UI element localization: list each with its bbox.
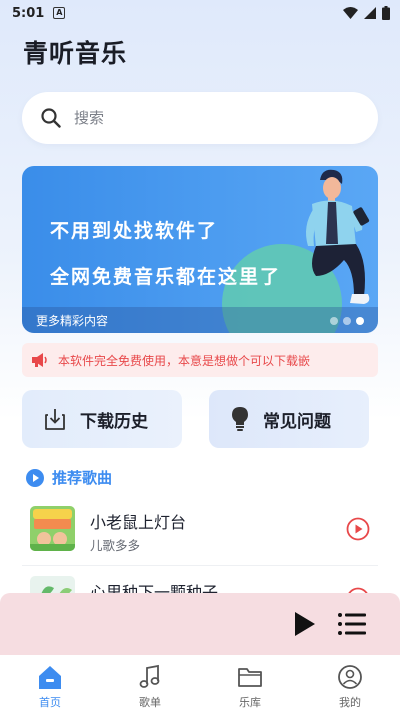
banner-dot[interactable] xyxy=(330,317,338,325)
faq-label: 常见问题 xyxy=(263,411,331,432)
notification-icon: A xyxy=(53,7,66,19)
banner-headline-1: 不用到处找软件了 xyxy=(50,220,219,242)
search-box[interactable] xyxy=(22,92,378,144)
notice-bar[interactable]: 本软件完全免费使用，本意是想做个可以下载嵌 xyxy=(22,343,378,377)
faq-button[interactable]: 常见问题 xyxy=(209,390,369,448)
song-cover xyxy=(30,506,75,551)
tab-playlists-label: 歌单 xyxy=(139,696,161,709)
status-time: 5:01 xyxy=(12,5,45,21)
tab-library-label: 乐库 xyxy=(239,696,261,709)
search-input[interactable] xyxy=(74,109,314,127)
status-indicators xyxy=(343,6,390,20)
search-icon xyxy=(41,108,61,128)
notice-text: 本软件完全免费使用，本意是想做个可以下载嵌 xyxy=(58,353,311,368)
recommend-title: 推荐歌曲 xyxy=(52,469,113,487)
banner-headline-2: 全网免费音乐都在这里了 xyxy=(50,266,282,288)
album-art-icon xyxy=(30,506,75,551)
folder-icon xyxy=(238,668,262,687)
list-divider xyxy=(22,565,378,566)
tab-library[interactable]: 乐库 xyxy=(200,655,300,710)
status-bar: 5:01 A xyxy=(0,0,400,26)
download-history-label: 下载历史 xyxy=(80,411,148,432)
music-note-icon xyxy=(139,664,160,688)
user-icon xyxy=(338,665,362,689)
recommend-section-header: 推荐歌曲 xyxy=(26,467,112,488)
banner-dot-active[interactable] xyxy=(356,317,364,325)
tab-home[interactable]: 首页 xyxy=(0,655,100,710)
promo-banner[interactable]: 不用到处找软件了 全网免费音乐都在这里了 更多精彩内容 xyxy=(22,166,378,333)
song-artist: 儿歌多多 xyxy=(90,538,141,553)
mini-player[interactable] xyxy=(0,593,400,655)
lightbulb-icon xyxy=(232,407,248,431)
bottom-tab-bar: 首页 歌单 乐库 我的 xyxy=(0,655,400,710)
tab-profile-label: 我的 xyxy=(339,696,361,709)
song-title: 小老鼠上灯台 xyxy=(90,513,187,532)
wifi-icon xyxy=(343,7,358,19)
download-history-button[interactable]: 下载历史 xyxy=(22,390,182,448)
play-icon[interactable] xyxy=(290,610,318,638)
playlist-icon[interactable] xyxy=(337,611,367,637)
app-title: 青听音乐 xyxy=(23,39,128,68)
home-icon xyxy=(39,666,61,689)
banner-footer: 更多精彩内容 xyxy=(22,307,378,333)
banner-more-label: 更多精彩内容 xyxy=(36,313,109,328)
megaphone-icon xyxy=(32,353,47,367)
tab-home-label: 首页 xyxy=(39,696,61,709)
cellular-icon xyxy=(364,7,376,19)
play-icon[interactable] xyxy=(346,517,370,541)
tab-playlists[interactable]: 歌单 xyxy=(100,655,200,710)
banner-pagination xyxy=(330,317,364,325)
banner-person-illustration xyxy=(306,169,370,304)
banner-dot[interactable] xyxy=(343,317,351,325)
battery-icon xyxy=(382,6,390,20)
song-row[interactable]: 小老鼠上灯台 儿歌多多 xyxy=(0,503,400,563)
download-icon xyxy=(45,409,65,430)
tab-profile[interactable]: 我的 xyxy=(300,655,400,710)
play-circle-icon xyxy=(26,468,44,487)
